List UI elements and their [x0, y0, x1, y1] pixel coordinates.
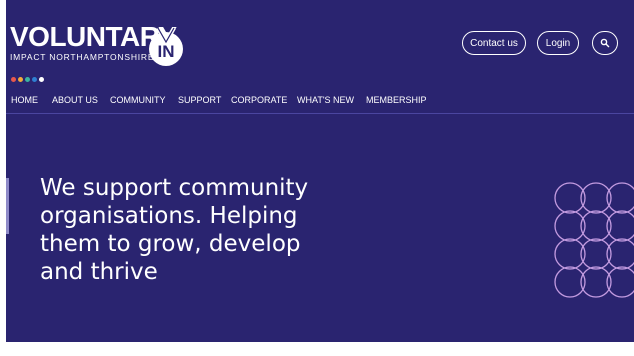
logo-color-dots: [11, 67, 46, 82]
logo-badge-text: IN: [158, 42, 175, 61]
hero-line: organisations. Helping: [40, 203, 298, 229]
nav-item-support[interactable]: SUPPORT: [178, 94, 221, 106]
hero-line: them to grow, develop: [40, 231, 301, 257]
nav-item-corporate[interactable]: CORPORATE: [231, 94, 287, 106]
logo-dot: [32, 77, 37, 82]
search-button[interactable]: [592, 31, 618, 55]
hero-line: and thrive: [40, 259, 158, 285]
logo-dot: [39, 77, 44, 82]
search-icon: [600, 38, 610, 48]
logo-subtitle: IMPACT NORTHAMPTONSHIRE: [10, 52, 155, 62]
nav-item-community[interactable]: COMMUNITY: [110, 94, 166, 106]
hero-headline: We support community organisations. Help…: [40, 174, 360, 286]
contact-us-label: Contact us: [470, 37, 518, 49]
nav-item-home[interactable]: HOME: [11, 94, 38, 106]
header-divider: [6, 113, 634, 114]
nav-item-membership[interactable]: MEMBERSHIP: [366, 94, 427, 106]
nav-item-whats-new[interactable]: WHAT'S NEW: [297, 94, 354, 106]
logo-dot: [11, 77, 16, 82]
logo-badge-icon: IN: [149, 27, 183, 66]
logo-dot: [25, 77, 30, 82]
logo-dot: [18, 77, 23, 82]
hero-line: We support community: [40, 175, 309, 201]
contact-us-button[interactable]: Contact us: [462, 31, 526, 55]
circle-pattern-graphic: [554, 182, 634, 298]
login-button[interactable]: Login: [537, 31, 579, 55]
site-logo[interactable]: VOLUNTARY IMPACT NORTHAMPTONSHIRE IN: [6, 22, 186, 82]
slide-edge-indicator: [6, 178, 9, 234]
site-header: VOLUNTARY IMPACT NORTHAMPTONSHIRE IN Con…: [6, 0, 634, 88]
login-label: Login: [545, 37, 571, 49]
nav-item-about-us[interactable]: ABOUT US: [52, 94, 98, 106]
site-page: VOLUNTARY IMPACT NORTHAMPTONSHIRE IN Con…: [6, 0, 634, 342]
